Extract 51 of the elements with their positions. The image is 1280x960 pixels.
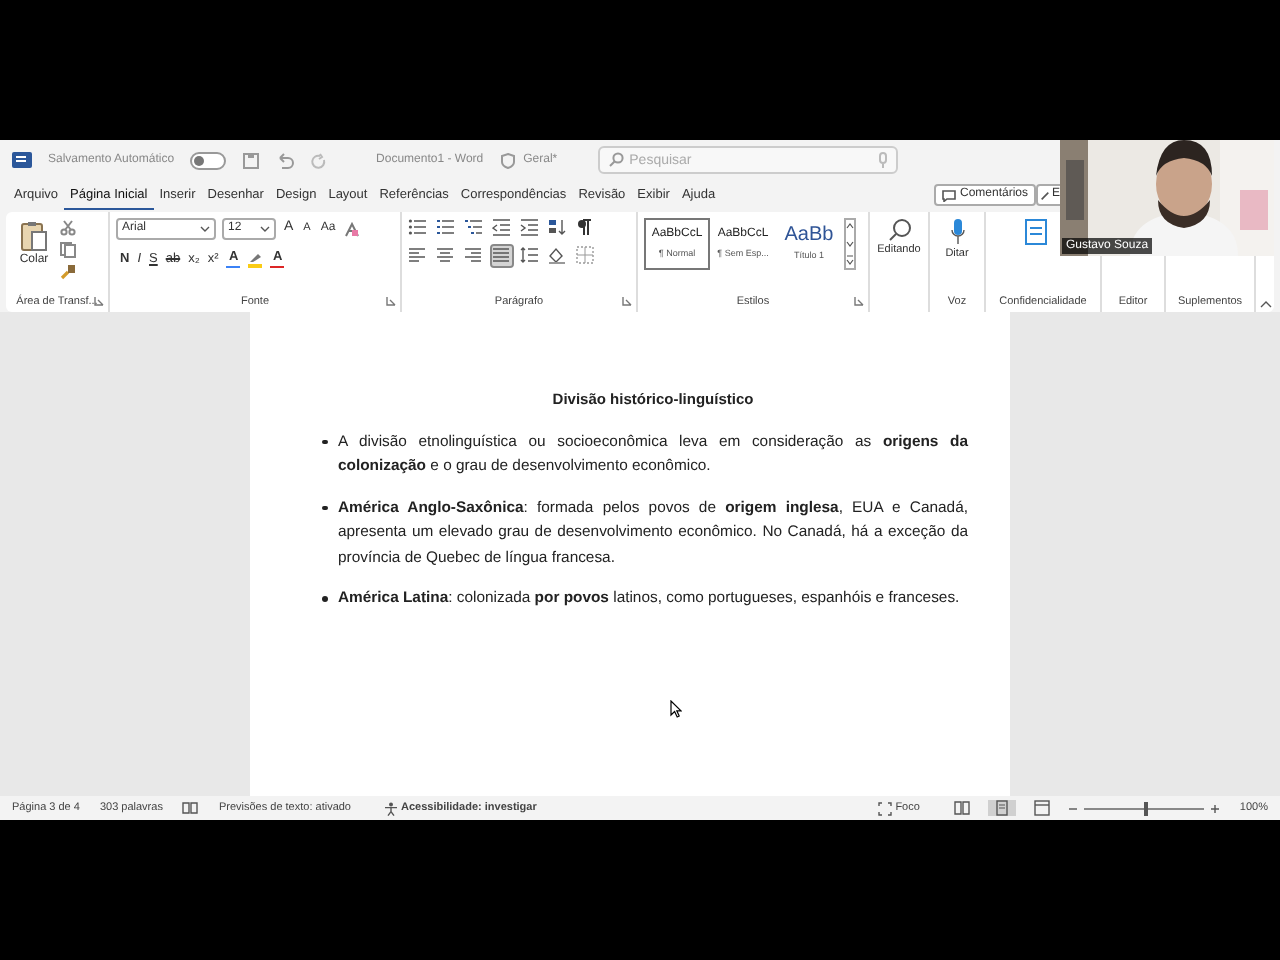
- zoom-out-icon[interactable]: [1067, 803, 1078, 813]
- dialog-launcher-icon[interactable]: [94, 296, 104, 306]
- search-icon: [607, 152, 624, 168]
- comment-icon: [942, 189, 956, 201]
- bullet-icon: [322, 439, 327, 444]
- pencil-icon: [1040, 189, 1050, 201]
- paragraph-justify-icon[interactable]: [492, 246, 512, 266]
- paragraph-marks-icon[interactable]: [576, 218, 596, 238]
- paragraph-center-icon[interactable]: [436, 246, 456, 266]
- book-icon[interactable]: [182, 802, 199, 814]
- chevron-down-icon: [200, 226, 210, 232]
- paintbrush-icon[interactable]: [60, 264, 76, 280]
- gallery-scroll-icon[interactable]: [844, 218, 856, 270]
- focus-icon: [877, 801, 892, 815]
- bullet-icon: [322, 505, 327, 510]
- bullet-icon: [322, 596, 327, 601]
- zoom-slider-thumb[interactable]: [1143, 801, 1148, 815]
- search-icon: [887, 218, 911, 242]
- paragraph-indent-icon[interactable]: [520, 218, 540, 238]
- paragraph-right-icon[interactable]: [464, 246, 484, 266]
- copy-icon[interactable]: [60, 242, 76, 258]
- save-icon[interactable]: [242, 151, 261, 169]
- dialog-launcher-icon[interactable]: [622, 296, 632, 306]
- microphone-icon: [877, 152, 888, 168]
- paragraph-left-icon[interactable]: [408, 246, 428, 266]
- view-print-icon[interactable]: [987, 800, 1016, 816]
- paragraph-numbering-icon[interactable]: [436, 218, 456, 238]
- dialog-launcher-icon[interactable]: [386, 296, 396, 306]
- paragraph-outdent-icon[interactable]: [492, 218, 512, 238]
- undo-icon[interactable]: [276, 151, 295, 169]
- highlight-color-button[interactable]: [248, 252, 263, 268]
- paragraph-shading-icon[interactable]: [548, 246, 568, 266]
- scissors-icon[interactable]: [60, 220, 76, 236]
- mouse-pointer-icon: [670, 700, 682, 718]
- clipboard-icon: [20, 220, 48, 252]
- chevron-down-icon: [260, 226, 270, 232]
- paragraph-bullets-icon[interactable]: [408, 218, 428, 238]
- microphone-icon: [949, 218, 965, 246]
- eraser-icon[interactable]: [343, 221, 360, 237]
- word-logo-icon[interactable]: [12, 150, 32, 170]
- autosave-toggle[interactable]: [190, 151, 227, 169]
- document-tag-icon[interactable]: [1024, 218, 1048, 246]
- collapse-ribbon-icon[interactable]: [1259, 300, 1271, 308]
- zoom-in-icon[interactable]: [1209, 803, 1220, 813]
- dialog-launcher-icon[interactable]: [854, 296, 864, 306]
- paragraph-sort-icon[interactable]: [548, 218, 568, 238]
- paragraph-spacing-icon[interactable]: [520, 246, 540, 266]
- shield-icon: [499, 151, 516, 169]
- accessibility-icon[interactable]: [383, 801, 397, 815]
- paragraph-multilevel-icon[interactable]: [464, 218, 484, 238]
- marker-icon: [248, 252, 263, 263]
